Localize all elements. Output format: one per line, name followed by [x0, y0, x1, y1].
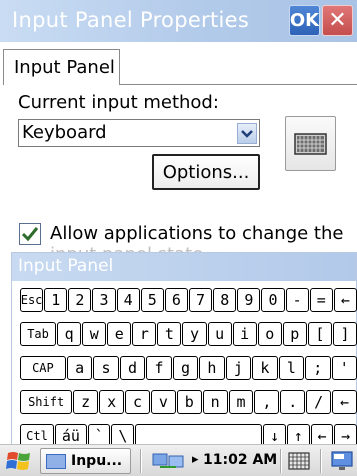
key[interactable]: i [232, 322, 257, 346]
input-method-label-text: Current input method: [18, 92, 219, 113]
key[interactable]: s [93, 356, 119, 380]
network-sync-icon[interactable] [152, 451, 192, 471]
key[interactable]: n [202, 390, 228, 414]
key[interactable]: o [257, 322, 282, 346]
key[interactable]: h [199, 356, 225, 380]
key[interactable]: k [252, 356, 278, 380]
key[interactable]: ← [332, 390, 357, 414]
key[interactable]: 3 [92, 288, 116, 312]
key[interactable]: 1 [44, 288, 68, 312]
input-method-label: Current input method: [18, 92, 219, 113]
key[interactable]: Esc [20, 288, 44, 312]
key[interactable]: d [119, 356, 146, 380]
key[interactable]: l [278, 356, 305, 380]
taskbar-item-label: Inpu... [71, 453, 123, 469]
key[interactable]: - [285, 288, 309, 312]
key[interactable]: 4 [116, 288, 140, 312]
tab-divider [120, 84, 357, 85]
keyboard-icon-button[interactable] [285, 116, 336, 171]
key[interactable]: y [182, 322, 207, 346]
options-button[interactable]: Options... [152, 154, 260, 190]
key[interactable]: q [57, 322, 82, 346]
allow-apps-checkbox[interactable] [19, 223, 41, 245]
key[interactable]: 6 [164, 288, 188, 312]
key[interactable]: ' [331, 356, 357, 380]
key[interactable]: c [125, 390, 150, 414]
allow-apps-label: Allow applications to change the [50, 223, 344, 244]
tab-label: Input Panel [14, 57, 115, 78]
taskbar-item-input-panel[interactable]: Inpu... [40, 448, 131, 474]
key[interactable]: 5 [140, 288, 164, 312]
key[interactable]: m [228, 390, 254, 414]
checkmark-icon [21, 227, 39, 242]
taskbar-separator [280, 449, 282, 473]
key[interactable]: Shift [20, 390, 73, 414]
clock[interactable]: 11:02 AM [203, 452, 277, 468]
key[interactable]: z [73, 390, 99, 414]
keyboard-icon [294, 133, 327, 155]
window-title: Input Panel Properties [12, 8, 250, 32]
close-icon: ✕ [328, 8, 347, 33]
key[interactable]: Tab [20, 322, 57, 346]
input-method-select[interactable]: Keyboard [18, 119, 260, 147]
key[interactable]: r [132, 322, 157, 346]
key[interactable]: , [254, 390, 280, 414]
input-method-value: Keyboard [22, 122, 107, 143]
key[interactable]: j [225, 356, 252, 380]
input-panel-icon[interactable] [286, 449, 312, 473]
key[interactable]: [ [307, 322, 332, 346]
tab-input-panel[interactable]: Input Panel [3, 49, 120, 85]
key[interactable]: a [66, 356, 93, 380]
key[interactable]: e [107, 322, 132, 346]
taskbar-separator [140, 449, 142, 473]
key[interactable]: 9 [237, 288, 261, 312]
key[interactable]: x [99, 390, 125, 414]
key[interactable]: 8 [213, 288, 237, 312]
input-panel-title: Input Panel [18, 256, 114, 276]
key[interactable]: g [172, 356, 199, 380]
key[interactable]: ] [332, 322, 357, 346]
key[interactable]: w [82, 322, 107, 346]
key[interactable]: ; [305, 356, 331, 380]
input-panel-title-bar: Input Panel [12, 253, 356, 281]
sync-arrow-icon: ▸ [192, 452, 199, 467]
key[interactable]: 7 [189, 288, 213, 312]
chevron-down-icon[interactable] [237, 123, 257, 144]
title-bar: Input Panel Properties OK ✕ [0, 0, 357, 42]
key[interactable]: f [146, 356, 172, 380]
key[interactable]: 2 [68, 288, 92, 312]
key[interactable]: b [176, 390, 202, 414]
input-panel: Input Panel Esc 1 2 3 4 5 6 7 8 9 0- = ← Tab q w e r t y u i o… [11, 252, 357, 464]
windows-flag-icon[interactable] [6, 449, 32, 473]
key[interactable]: = [309, 288, 333, 312]
window-icon [46, 454, 66, 469]
key[interactable]: ← [333, 288, 357, 312]
key[interactable]: u [207, 322, 232, 346]
key[interactable]: . [280, 390, 306, 414]
key[interactable]: v [150, 390, 176, 414]
key[interactable]: CAP [20, 356, 66, 380]
close-button[interactable]: ✕ [322, 5, 353, 36]
key[interactable]: / [306, 390, 332, 414]
key[interactable]: 0 [261, 288, 285, 312]
taskbar: Inpu... ▸ 11:02 AM [0, 444, 357, 476]
soft-keyboard: Esc 1 2 3 4 5 6 7 8 9 0- = ← Tab q w e r t y u i o p[] CAP a s d f g h… [20, 288, 357, 460]
desktop-icon[interactable] [330, 449, 354, 473]
key[interactable]: p [282, 322, 307, 346]
taskbar-separator [320, 449, 322, 473]
ok-button[interactable]: OK [289, 5, 320, 36]
key[interactable]: t [157, 322, 182, 346]
